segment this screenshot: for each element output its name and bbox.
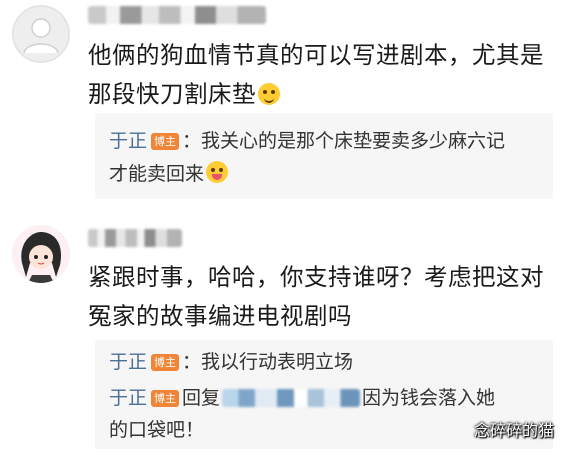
comment-text: 他俩的狗血情节真的可以写进剧本，尤其是那段快刀割床垫	[88, 36, 550, 114]
reply-text: 因为钱会落入她	[362, 387, 496, 409]
reply-separator: ：	[182, 130, 202, 152]
reply-line: 于正 博主 ：我以行动表明立场	[109, 348, 353, 376]
reply-text: 我关心的是那个床垫要卖多少麻六记	[201, 130, 506, 152]
reply-text: 才能卖回来	[109, 163, 205, 185]
replied-user-obscured[interactable]	[222, 389, 361, 407]
avatar-default[interactable]	[12, 5, 70, 63]
comment-body: 他俩的狗血情节真的可以写进剧本，尤其是那段快刀割床垫	[88, 41, 544, 108]
reply-line-continued: 才能卖回来	[109, 160, 229, 188]
anime-girl-avatar-icon	[12, 225, 70, 283]
comment-1: 他俩的狗血情节真的可以写进剧本，尤其是那段快刀割床垫 于正 博主 ：我关心的是那个床…	[0, 0, 562, 205]
author-badge: 博主	[151, 390, 180, 407]
reply-separator: ：	[182, 351, 202, 373]
reply-line-continued: 的口袋吧！	[109, 416, 204, 444]
reply-box: 于正 博主 ：我关心的是那个床垫要卖多少麻六记 才能卖回来	[95, 113, 553, 199]
author-badge: 博主	[151, 354, 180, 371]
reply-word: 回复	[182, 387, 221, 409]
comment-body: 紧跟时事，哈哈，你支持谁呀？考虑把这对冤家的故事编进电视剧吗	[88, 263, 544, 330]
author-badge: 博主	[151, 133, 180, 150]
default-avatar-icon	[12, 5, 70, 63]
username-obscured[interactable]	[88, 6, 266, 24]
comment-2: 紧跟时事，哈哈，你支持谁呀？考虑把这对冤家的故事编进电视剧吗 于正 博主 ：我以行动…	[0, 210, 562, 449]
reply-author-link[interactable]: 于正	[109, 130, 147, 152]
username-obscured[interactable]	[88, 229, 182, 247]
tongue-out-emoji-icon	[206, 161, 229, 183]
reply-author-link[interactable]: 于正	[109, 387, 147, 409]
reply-line: 于正 博主 回复 因为钱会落入她	[109, 384, 495, 412]
laughing-crying-emoji-icon	[258, 83, 280, 105]
reply-line: 于正 博主 ：我关心的是那个床垫要卖多少麻六记	[109, 127, 505, 155]
reply-author-link[interactable]: 于正	[109, 351, 147, 373]
comment-text: 紧跟时事，哈哈，你支持谁呀？考虑把这对冤家的故事编进电视剧吗	[88, 258, 550, 336]
watermark: 念碎碎的猫	[473, 421, 554, 440]
avatar-anime-girl[interactable]	[12, 225, 70, 283]
reply-text: 的口袋吧！	[109, 419, 205, 441]
reply-text: 我以行动表明立场	[201, 351, 354, 373]
